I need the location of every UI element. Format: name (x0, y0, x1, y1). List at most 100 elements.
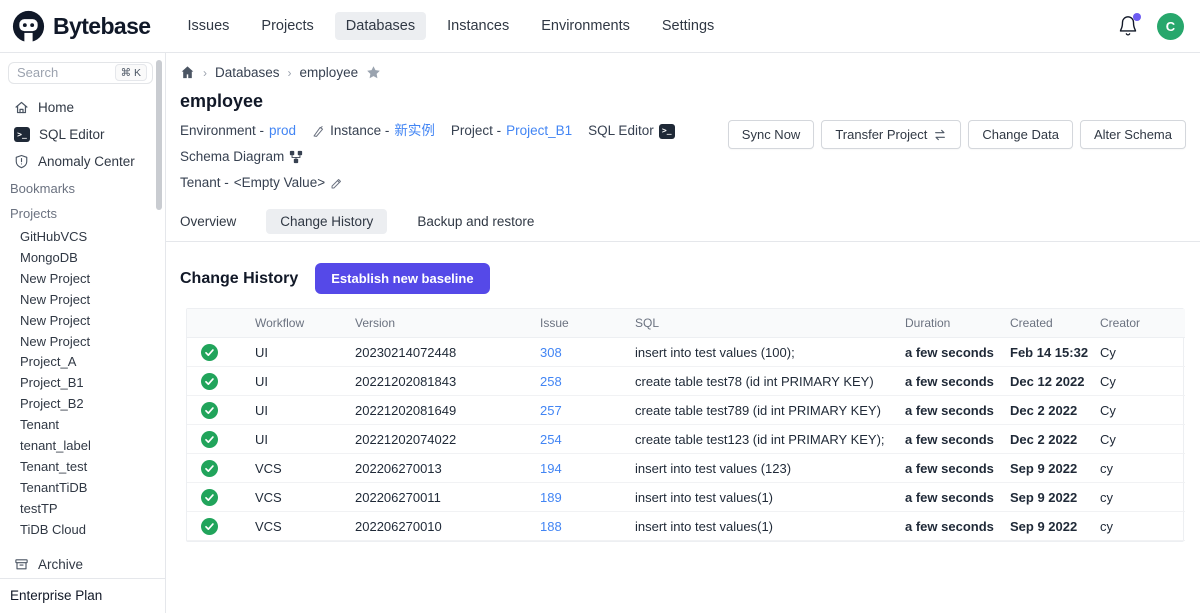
schema-diagram-icon (289, 150, 303, 164)
top-navigation-bar: Bytebase Issues Projects Databases Instance… (0, 0, 1200, 53)
plan-label: Enterprise Plan (0, 578, 165, 613)
issue-link[interactable]: 308 (540, 345, 562, 360)
tab-divider (166, 241, 1200, 242)
notification-bell-button[interactable] (1117, 15, 1139, 37)
meta-sql-editor-link[interactable]: SQL Editor >_ (588, 118, 675, 144)
establish-baseline-button[interactable]: Establish new baseline (315, 263, 489, 294)
tab[interactable]: Backup and restore (417, 209, 534, 234)
nav-right-section: C (1117, 13, 1184, 40)
sidebar-item-anomaly-center[interactable]: Anomaly Center (0, 148, 165, 175)
brand-name: Bytebase (53, 13, 150, 40)
sidebar-item-sql-editor[interactable]: >_ SQL Editor (0, 121, 165, 148)
issue-link[interactable]: 258 (540, 374, 562, 389)
breadcrumb-separator: › (203, 66, 207, 80)
sidebar-item-label: Anomaly Center (38, 154, 135, 169)
issue-link[interactable]: 189 (540, 490, 562, 505)
issue-link[interactable]: 188 (540, 519, 562, 534)
breadcrumb-separator: › (288, 66, 292, 80)
sidebar-project-item[interactable]: Project_B2 (0, 392, 165, 413)
change-history-table: WorkflowVersionIssueSQLDurationCreatedCr… (186, 308, 1184, 542)
sidebar-project-item[interactable]: TiDB Cloud (0, 518, 165, 539)
main-content: › Databases › employee employee Environm… (166, 53, 1200, 613)
table-row[interactable]: UI 20230214072448 308 insert into test v… (187, 338, 1185, 367)
issue-link[interactable]: 254 (540, 432, 562, 447)
sidebar-project-item[interactable]: MongoDB (0, 246, 165, 267)
sql-cell: insert into test values(1) (627, 483, 897, 512)
instance-link[interactable]: 新实例 (394, 118, 435, 144)
user-avatar[interactable]: C (1157, 13, 1184, 40)
sidebar-project-item[interactable]: New Project (0, 330, 165, 351)
created-cell: Sep 9 2022 (1002, 512, 1092, 541)
change-data-button[interactable]: Change Data (968, 120, 1073, 149)
tab[interactable]: Overview (180, 209, 236, 234)
table-row[interactable]: VCS 202206270011 189 insert into test va… (187, 483, 1185, 512)
sidebar-item-home[interactable]: Home (0, 94, 165, 121)
sidebar-item-archive[interactable]: Archive (0, 551, 165, 578)
meta-instance: Instance - 新实例 (312, 118, 435, 144)
home-icon (14, 100, 29, 115)
sidebar-project-item[interactable]: New Project (0, 267, 165, 288)
nav-menu-item[interactable]: Projects (250, 12, 324, 40)
sync-now-button[interactable]: Sync Now (728, 120, 815, 149)
duration-cell: a few seconds (897, 454, 1002, 483)
nav-menu-item[interactable]: Issues (176, 12, 240, 40)
breadcrumb-home-icon[interactable] (180, 65, 195, 80)
version-cell: 20221202081843 (347, 367, 532, 396)
favorite-star-icon[interactable] (366, 65, 381, 80)
workflow-cell: UI (247, 367, 347, 396)
success-check-icon (201, 518, 218, 535)
table-row[interactable]: UI 20221202081843 258 create table test7… (187, 367, 1185, 396)
nav-menu-item[interactable]: Instances (436, 12, 520, 40)
transfer-project-button[interactable]: Transfer Project (821, 120, 961, 149)
alter-schema-button[interactable]: Alter Schema (1080, 120, 1186, 149)
breadcrumb-databases-link[interactable]: Databases (215, 65, 280, 80)
issue-link[interactable]: 194 (540, 461, 562, 476)
duration-cell: a few seconds (897, 483, 1002, 512)
issue-link[interactable]: 257 (540, 403, 562, 418)
meta-schema-diagram-link[interactable]: Schema Diagram (180, 144, 303, 170)
terminal-icon: >_ (14, 127, 30, 142)
meta-project: Project - Project_B1 (451, 118, 572, 144)
table-row[interactable]: UI 20221202074022 254 create table test1… (187, 425, 1185, 454)
environment-link[interactable]: prod (269, 118, 296, 144)
created-cell: Dec 2 2022 (1002, 425, 1092, 454)
sidebar-project-item[interactable]: Project_B1 (0, 371, 165, 392)
bytebase-logo[interactable]: Bytebase (12, 10, 150, 43)
duration-cell: a few seconds (897, 512, 1002, 541)
duration-cell: a few seconds (897, 367, 1002, 396)
column-header: Issue (532, 309, 627, 338)
table-row[interactable]: UI 20221202081649 257 create table test7… (187, 396, 1185, 425)
sql-cell: create table test78 (id int PRIMARY KEY) (627, 367, 897, 396)
sidebar-item-label: Archive (38, 557, 83, 572)
version-cell: 202206270011 (347, 483, 532, 512)
creator-cell: Cy (1092, 367, 1185, 396)
sidebar-project-item[interactable]: tenant_label (0, 434, 165, 455)
table-row[interactable]: VCS 202206270013 194 insert into test va… (187, 454, 1185, 483)
sidebar-project-item[interactable]: New Project (0, 309, 165, 330)
version-cell: 202206270010 (347, 512, 532, 541)
sidebar-project-item[interactable]: Project_A (0, 350, 165, 371)
nav-menu-item[interactable]: Settings (651, 12, 725, 40)
project-link[interactable]: Project_B1 (506, 118, 572, 144)
sql-cell: insert into test values (100); (627, 338, 897, 367)
table-row[interactable]: VCS 202206270010 188 insert into test va… (187, 512, 1185, 541)
database-meta: Environment - prod Instance - 新实例 P (178, 118, 728, 196)
breadcrumb: › Databases › employee (178, 65, 1186, 80)
sidebar-project-item[interactable]: New Project (0, 288, 165, 309)
sidebar-project-item[interactable]: Tenant (0, 413, 165, 434)
sidebar-scrollbar[interactable] (156, 60, 162, 210)
edit-pencil-icon[interactable] (330, 177, 343, 190)
sidebar-project-item[interactable]: Tenant_test (0, 455, 165, 476)
search-input[interactable]: Search ⌘ K (8, 62, 153, 84)
nav-menu-item[interactable]: Environments (530, 12, 641, 40)
sidebar-project-item[interactable]: TenantTiDB (0, 476, 165, 497)
notification-dot (1133, 13, 1141, 21)
nav-menu-item[interactable]: Databases (335, 12, 426, 40)
tab[interactable]: Change History (266, 209, 387, 234)
workflow-cell: VCS (247, 454, 347, 483)
sql-cell: create table test789 (id int PRIMARY KEY… (627, 396, 897, 425)
sidebar-project-item[interactable]: testTP (0, 497, 165, 518)
sidebar-project-item[interactable]: GitHubVCS (0, 225, 165, 246)
column-header: Created (1002, 309, 1092, 338)
created-cell: Dec 12 2022 (1002, 367, 1092, 396)
